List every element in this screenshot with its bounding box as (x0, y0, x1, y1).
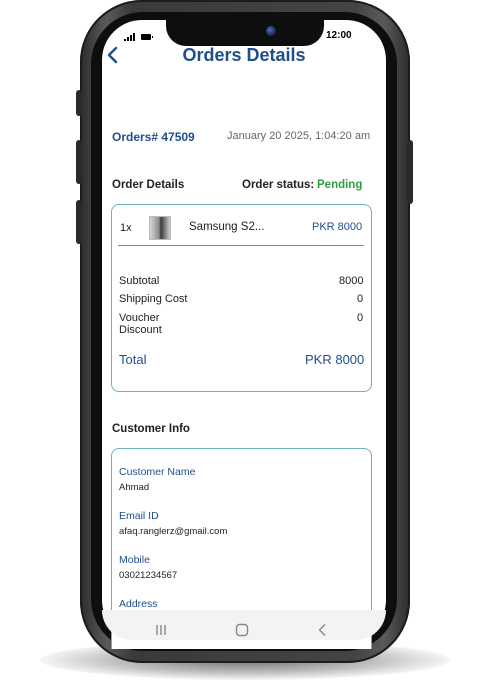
customer-info-heading: Customer Info (112, 423, 190, 435)
camera-icon (266, 26, 276, 36)
status-time: 12:00 (326, 30, 352, 41)
item-price: PKR 8000 (312, 221, 363, 233)
order-status-label: Order status: (242, 179, 315, 191)
home-button[interactable] (235, 623, 249, 642)
volume-up-button (76, 90, 82, 116)
item-quantity: 1x (120, 222, 132, 234)
order-details-heading: Order Details (112, 179, 185, 191)
subtotal-value: 8000 (339, 275, 364, 287)
item-name: Samsung S2... (189, 221, 265, 233)
address-label: Address (119, 598, 158, 610)
volume-down-button (76, 140, 82, 184)
shipping-cost-label: Shipping Cost (119, 293, 188, 305)
voucher-discount-value: 0 (357, 312, 364, 324)
power-button (407, 140, 413, 204)
customer-name-label: Customer Name (119, 466, 196, 478)
signal-icon (124, 33, 136, 41)
page-title: Orders Details (182, 45, 306, 65)
recent-apps-icon (156, 625, 166, 635)
order-status-value: Pending (317, 179, 363, 191)
mobile-value: 03021234567 (119, 570, 178, 581)
item-divider (118, 245, 364, 246)
order-number: Orders# 47509 (112, 130, 195, 144)
voucher-label-line2: Discount (119, 324, 162, 336)
nav-back-button[interactable] (316, 623, 330, 642)
battery-icon (141, 34, 153, 40)
email-label: Email ID (119, 510, 159, 522)
silent-switch (76, 200, 82, 244)
order-date: January 20 2025, 1:04:20 am (227, 130, 371, 142)
mobile-label: Mobile (119, 554, 150, 566)
shipping-cost-value: 0 (357, 293, 364, 305)
recent-apps-button[interactable] (154, 623, 168, 642)
notch (166, 14, 324, 46)
back-icon (318, 624, 326, 636)
email-value: afaq.ranglerz@gmail.com (119, 526, 228, 537)
customer-name-value: Ahmad (119, 482, 150, 493)
total-value: PKR 8000 (305, 352, 365, 367)
back-button[interactable] (105, 45, 121, 65)
home-icon (235, 623, 249, 637)
chevron-left-icon (107, 46, 118, 64)
product-image (149, 216, 171, 240)
subtotal-label: Subtotal (119, 275, 160, 287)
total-label: Total (119, 352, 147, 367)
voucher-label-line1: Voucher (119, 312, 160, 324)
